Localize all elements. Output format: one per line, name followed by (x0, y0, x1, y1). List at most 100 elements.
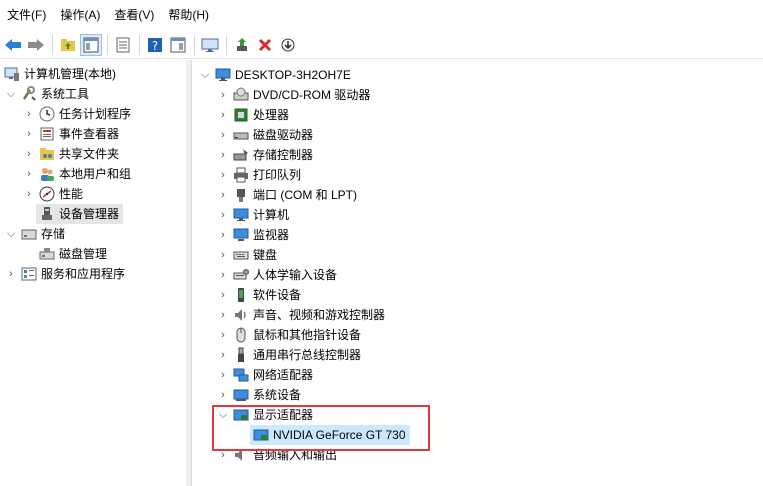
tree-item-storage[interactable]: ⌵ 存储 (4, 224, 65, 244)
chevron-right-icon[interactable]: › (216, 85, 230, 105)
device-category-network[interactable]: › 网络适配器 (216, 365, 313, 385)
chevron-right-icon[interactable]: › (216, 245, 230, 265)
menu-file[interactable]: 文件(F) (0, 4, 53, 26)
chevron-right-icon[interactable]: › (216, 105, 230, 125)
chevron-right-icon[interactable]: › (216, 165, 230, 185)
tree-item-task-scheduler[interactable]: › 任务计划程序 (22, 104, 131, 124)
device-item-gpu[interactable]: NVIDIA GeForce GT 730 (250, 425, 410, 445)
mouse-icon (233, 327, 249, 343)
chevron-down-icon[interactable]: ⌵ (4, 84, 18, 104)
audio-io-icon (233, 447, 249, 463)
device-category-print-queue[interactable]: › 打印队列 (216, 165, 301, 185)
toolbar-separator (226, 34, 227, 55)
tree-label: 服务和应用程序 (41, 267, 126, 281)
chevron-right-icon[interactable]: › (216, 205, 230, 225)
device-root[interactable]: ⌵ DESKTOP-3H2OH7E (198, 65, 351, 85)
device-category-hid[interactable]: › 人体学输入设备 (216, 265, 337, 285)
uninstall-button[interactable] (254, 34, 276, 56)
category-label: 鼠标和其他指针设备 (253, 328, 362, 342)
chevron-right-icon[interactable]: › (216, 145, 230, 165)
show-tree-button[interactable] (80, 33, 102, 56)
update-driver-button[interactable] (231, 34, 253, 56)
chevron-right-icon[interactable]: › (22, 184, 36, 204)
system-tools-icon (21, 86, 37, 102)
menu-view[interactable]: 查看(V) (107, 4, 161, 26)
chevron-down-icon[interactable]: ⌵ (216, 405, 230, 425)
chevron-down-icon[interactable]: ⌵ (198, 65, 212, 85)
device-category-storage-controller[interactable]: › 存储控制器 (216, 145, 313, 165)
chevron-right-icon[interactable]: › (22, 104, 36, 124)
chevron-right-icon[interactable]: › (216, 445, 230, 465)
device-category-computer[interactable]: › 计算机 (216, 205, 289, 225)
toolbar-separator (52, 34, 53, 55)
chevron-down-icon[interactable]: ⌵ (4, 224, 18, 244)
chevron-right-icon[interactable]: › (216, 345, 230, 365)
network-adapter-icon (233, 367, 249, 383)
forward-button[interactable] (25, 34, 47, 56)
device-category-display[interactable]: ⌵ 显示适配器 (216, 405, 313, 425)
chevron-right-icon[interactable]: › (216, 325, 230, 345)
properties-button[interactable] (112, 34, 134, 56)
device-category-monitor[interactable]: › 监视器 (216, 225, 289, 245)
display-adapter-icon (253, 427, 269, 443)
chevron-right-icon[interactable]: › (216, 305, 230, 325)
device-category-processor[interactable]: › 处理器 (216, 105, 289, 125)
console-tree: 计算机管理(本地) ⌵ 系统工具 › 任务计划程序 › 事件查看器 › 共享文件… (0, 60, 187, 486)
up-folder-button[interactable] (57, 34, 79, 56)
device-category-dvd[interactable]: › DVD/CD-ROM 驱动器 (216, 85, 370, 105)
back-icon (5, 38, 21, 51)
back-button[interactable] (2, 34, 24, 56)
menu-action[interactable]: 操作(A) (53, 4, 107, 26)
chevron-right-icon[interactable]: › (22, 164, 36, 184)
device-category-system[interactable]: › 系统设备 (216, 385, 301, 405)
tree-item-performance[interactable]: › 性能 (22, 184, 83, 204)
event-viewer-icon (39, 126, 55, 142)
chevron-right-icon[interactable]: › (22, 144, 36, 164)
device-category-keyboard[interactable]: › 键盘 (216, 245, 277, 265)
category-label: 人体学输入设备 (253, 268, 338, 282)
device-category-usb[interactable]: › 通用串行总线控制器 (216, 345, 361, 365)
category-label: 网络适配器 (253, 368, 314, 382)
help-button[interactable]: ? (144, 34, 166, 56)
rollback-button[interactable] (277, 34, 299, 56)
chevron-right-icon[interactable]: › (216, 225, 230, 245)
category-label: 声音、视频和游戏控制器 (253, 308, 386, 322)
toolbar-separator (107, 34, 108, 55)
device-manager-icon (39, 206, 55, 222)
tree-item-root[interactable]: 计算机管理(本地) (2, 64, 116, 84)
menu-help[interactable]: 帮助(H) (161, 4, 216, 26)
show-action-pane-button[interactable] (167, 34, 189, 56)
tree-item-disk-management[interactable]: 磁盘管理 (36, 244, 107, 264)
hid-icon (233, 267, 249, 283)
category-label: 通用串行总线控制器 (253, 348, 362, 362)
device-category-software[interactable]: › 软件设备 (216, 285, 301, 305)
device-category-ports[interactable]: › 端口 (COM 和 LPT) (216, 185, 357, 205)
chevron-right-icon[interactable]: › (22, 124, 36, 144)
tree-label: 共享文件夹 (59, 147, 120, 161)
device-category-sound[interactable]: › 声音、视频和游戏控制器 (216, 305, 385, 325)
computer-name: DESKTOP-3H2OH7E (235, 68, 351, 82)
speaker-icon (233, 307, 249, 323)
computer-management-icon (4, 66, 20, 82)
tree-item-device-manager[interactable]: 设备管理器 (36, 204, 124, 224)
chevron-right-icon[interactable]: › (216, 125, 230, 145)
printer-icon (233, 167, 249, 183)
tree-item-local-users[interactable]: › 本地用户和组 (22, 164, 131, 184)
device-category-audio-io[interactable]: › 音频输入和输出 (216, 445, 337, 465)
tree-item-shared-folders[interactable]: › 共享文件夹 (22, 144, 119, 164)
chevron-right-icon[interactable]: › (4, 264, 18, 284)
chevron-right-icon[interactable]: › (216, 185, 230, 205)
gpu-name: NVIDIA GeForce GT 730 (273, 428, 406, 442)
device-category-disk[interactable]: › 磁盘驱动器 (216, 125, 313, 145)
chevron-right-icon[interactable]: › (216, 265, 230, 285)
scan-hardware-button[interactable] (199, 34, 221, 56)
storage-controller-icon (233, 147, 249, 163)
chevron-right-icon[interactable]: › (216, 365, 230, 385)
tree-item-services[interactable]: › 服务和应用程序 (4, 264, 125, 284)
device-category-mouse[interactable]: › 鼠标和其他指针设备 (216, 325, 361, 345)
tree-item-system-tools[interactable]: ⌵ 系统工具 (4, 84, 89, 104)
disk-drive-icon (233, 127, 249, 143)
chevron-right-icon[interactable]: › (216, 285, 230, 305)
tree-item-event-viewer[interactable]: › 事件查看器 (22, 124, 119, 144)
chevron-right-icon[interactable]: › (216, 385, 230, 405)
